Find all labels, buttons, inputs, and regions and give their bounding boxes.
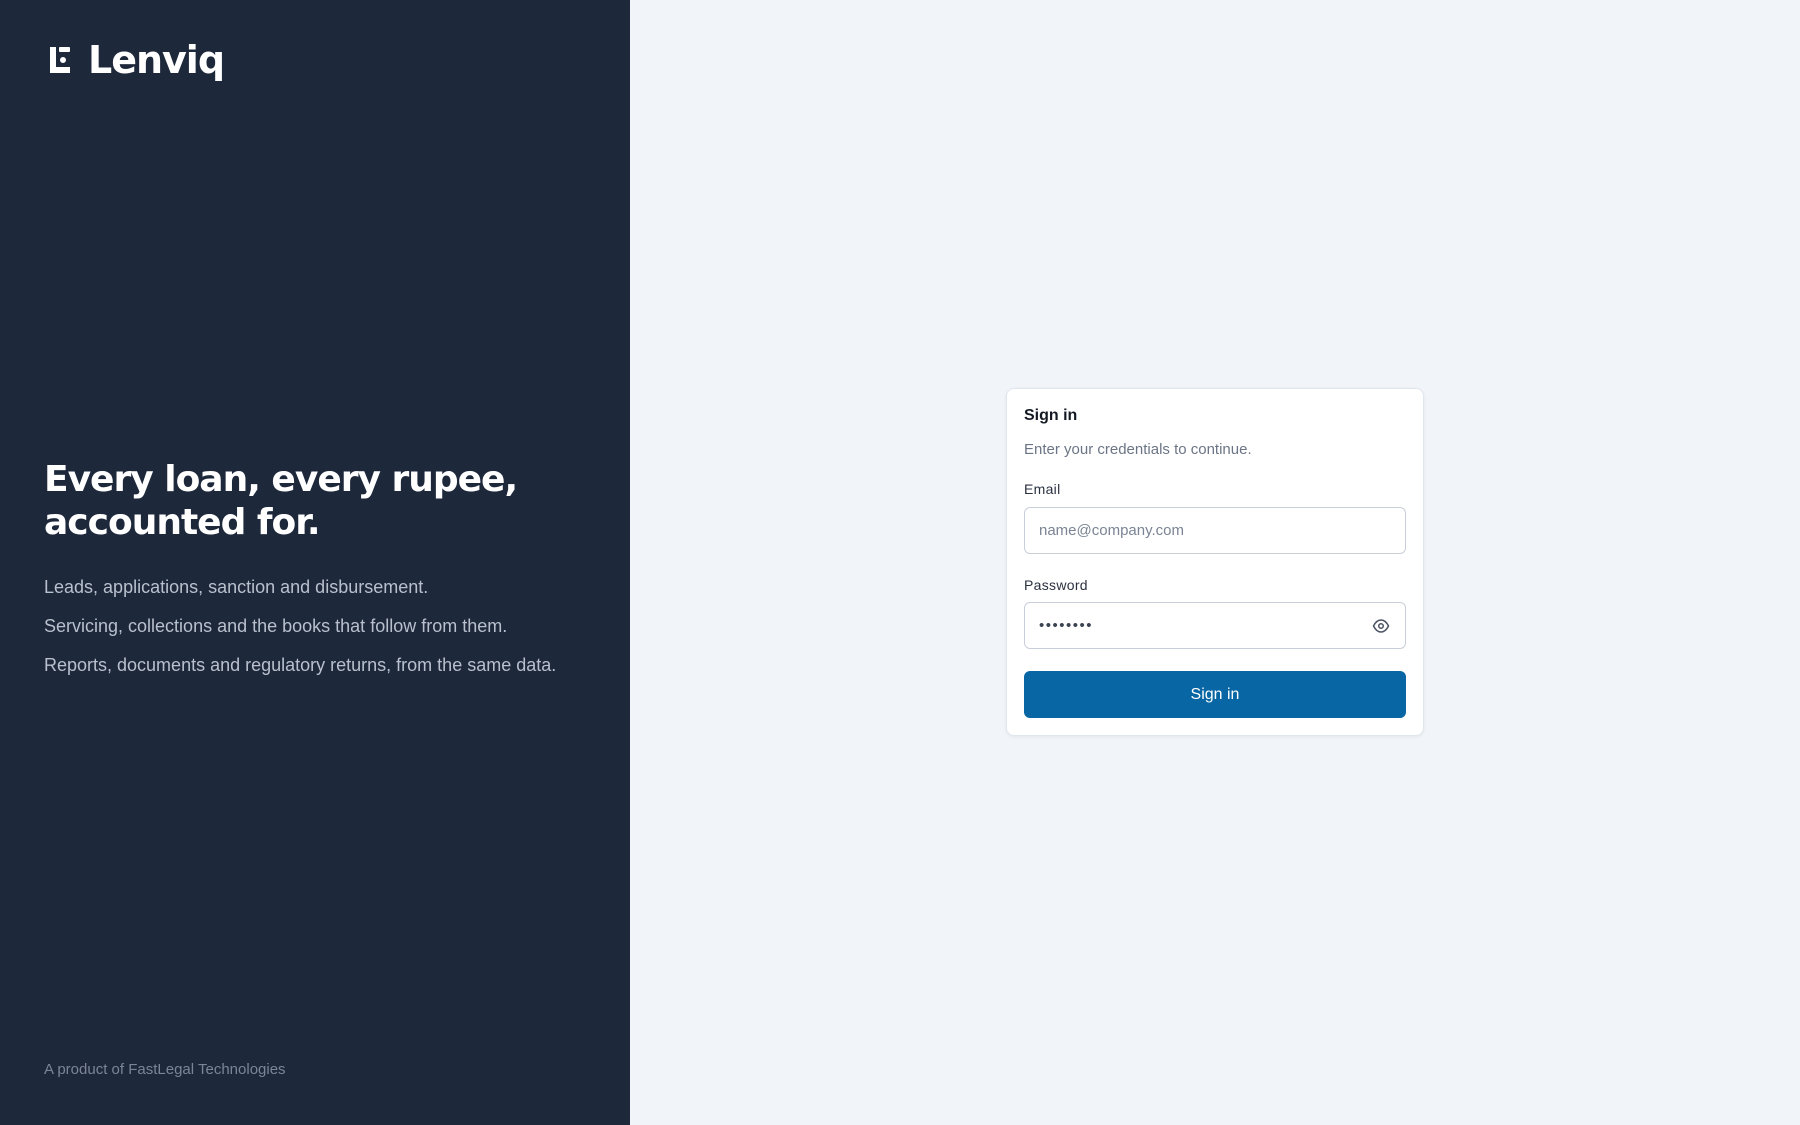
login-page: Lenviq Every loan, every rupee, accounte… (0, 0, 1800, 1125)
hero: Every loan, every rupee, accounted for. … (44, 458, 604, 693)
password-masked-value: •••••••• (1039, 617, 1094, 634)
logo: Lenviq (48, 38, 225, 82)
tagline-1: Leads, applications, sanction and disbur… (44, 577, 429, 597)
password-field[interactable]: •••••••• (1024, 602, 1406, 649)
signin-title: Sign in (1024, 407, 1078, 424)
product-footer: A product of FastLegal Technologies (44, 1061, 286, 1078)
hero-headline: Every loan, every rupee, accounted for. (44, 458, 604, 544)
lenviq-logo-icon (50, 47, 70, 73)
email-field[interactable] (1025, 508, 1405, 553)
signin-subtitle: Enter your credentials to continue. (1024, 441, 1252, 458)
tagline-3: Reports, documents and regulatory return… (44, 655, 557, 675)
brand-name: Lenviq (88, 38, 225, 82)
email-label: Email (1024, 481, 1061, 497)
signin-card: Sign in Enter your credentials to contin… (1006, 388, 1424, 736)
brand-panel: Lenviq Every loan, every rupee, accounte… (0, 0, 630, 1125)
hero-taglines: Leads, applications, sanction and disbur… (44, 576, 604, 676)
hero-headline-line-2: accounted for. (44, 502, 321, 543)
signin-panel: Sign in Enter your credentials to contin… (630, 0, 1800, 1125)
hero-headline-line-1: Every loan, every rupee, (44, 459, 518, 500)
email-field-wrapper (1024, 507, 1406, 554)
signin-button[interactable]: Sign in (1024, 671, 1406, 718)
password-label: Password (1024, 577, 1088, 593)
eye-icon (1372, 618, 1390, 633)
tagline-2: Servicing, collections and the books tha… (44, 616, 508, 636)
password-visibility-toggle[interactable] (1370, 615, 1392, 637)
